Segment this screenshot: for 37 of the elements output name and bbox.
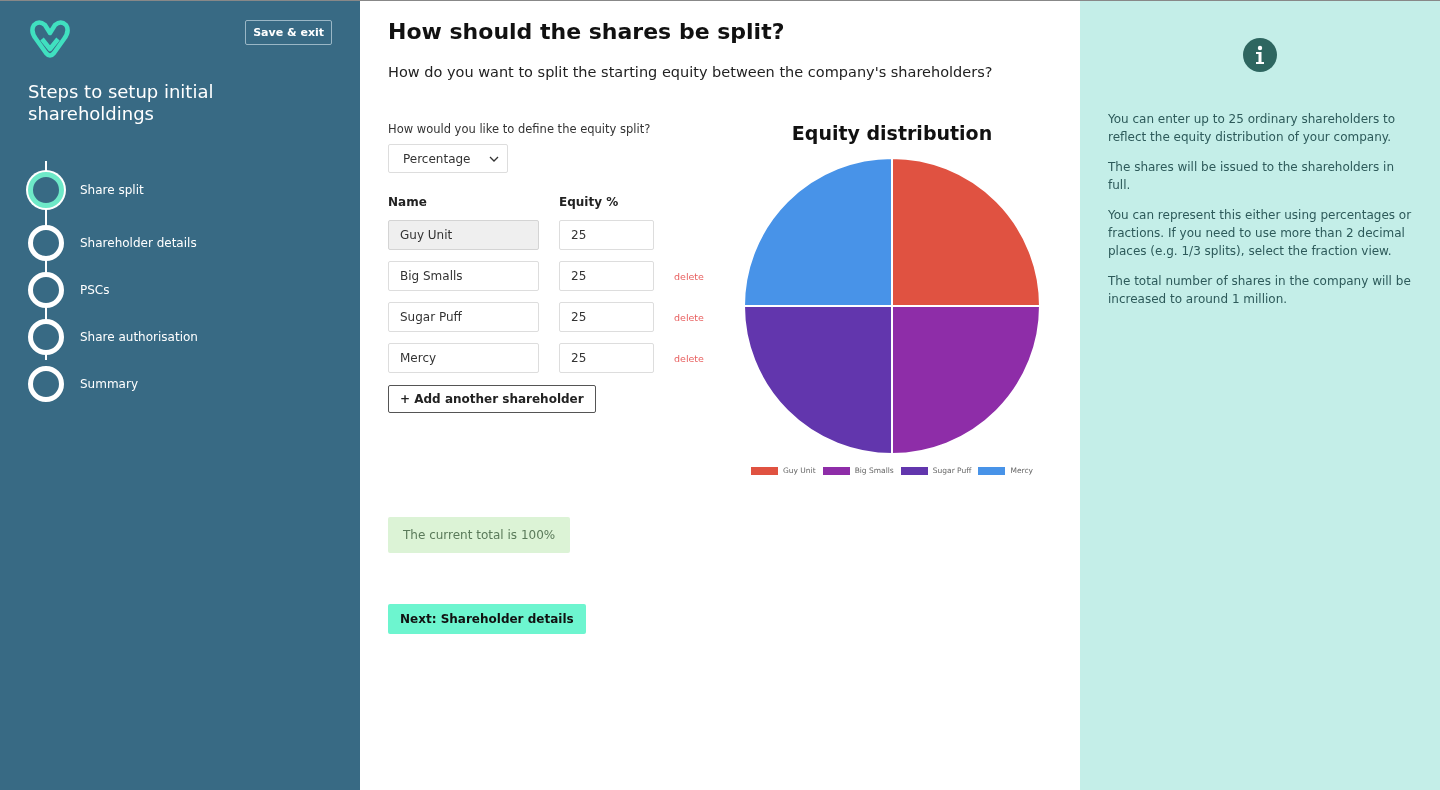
step-label[interactable]: Share authorisation xyxy=(80,329,198,344)
equity-field[interactable]: 25 xyxy=(559,261,654,291)
column-header: Equity % xyxy=(559,195,620,209)
delete-link[interactable]: delete xyxy=(674,311,734,323)
step-label[interactable]: Share split xyxy=(80,183,144,197)
chart-title: Equity distribution xyxy=(791,122,993,144)
page-heading: How should the shares be split? xyxy=(388,19,786,44)
next-button[interactable]: Next: Shareholder details xyxy=(388,604,586,634)
step-label[interactable]: Summary xyxy=(80,376,138,391)
save-exit-button[interactable]: Save & exit xyxy=(245,20,332,45)
total-message: The current total is 100% xyxy=(388,517,571,553)
step-label[interactable]: Shareholder details xyxy=(80,235,197,250)
split-question: How would you like to define the equity split? xyxy=(388,122,652,136)
legend-swatch xyxy=(751,466,778,475)
info-paragraph: The shares will be issued to the shareholders in full. xyxy=(1108,159,1396,194)
name-field[interactable]: Sugar Puff xyxy=(388,302,539,332)
legend-swatch xyxy=(900,466,928,475)
legend-swatch xyxy=(822,466,850,475)
logo-icon xyxy=(28,19,72,59)
sidebar-title: Steps to setup initial shareholdings xyxy=(28,81,215,125)
info-paragraph: You can represent this either using percentages or fractions. If you need to use more than 2 decimal places (e.g. 1/3 splits), select the fraction view. xyxy=(1108,207,1412,260)
chevron-down-icon xyxy=(489,155,499,162)
delete-link[interactable]: delete xyxy=(674,352,734,364)
add-shareholder-button[interactable]: + Add another shareholder xyxy=(388,385,596,413)
split-select[interactable]: Percentage xyxy=(388,144,508,173)
equity-field[interactable]: 25 xyxy=(559,302,654,332)
legend-swatch xyxy=(978,466,1006,475)
info-icon xyxy=(1243,38,1277,72)
info-paragraph: You can enter up to 25 ordinary shareholders to reflect the equity distribution of your company. xyxy=(1108,111,1397,146)
delete-link[interactable]: delete xyxy=(674,270,734,282)
name-field[interactable]: Big Smalls xyxy=(388,261,539,291)
intro-text: How do you want to split the starting equity between the company's shareholders? xyxy=(388,64,994,80)
column-header: Name xyxy=(388,195,428,209)
step-label[interactable]: PSCs xyxy=(80,282,110,297)
equity-field[interactable]: 25 xyxy=(559,343,654,373)
name-field[interactable]: Mercy xyxy=(388,343,539,373)
info-paragraph: The total number of shares in the company will be increased to around 1 million. xyxy=(1108,273,1412,308)
